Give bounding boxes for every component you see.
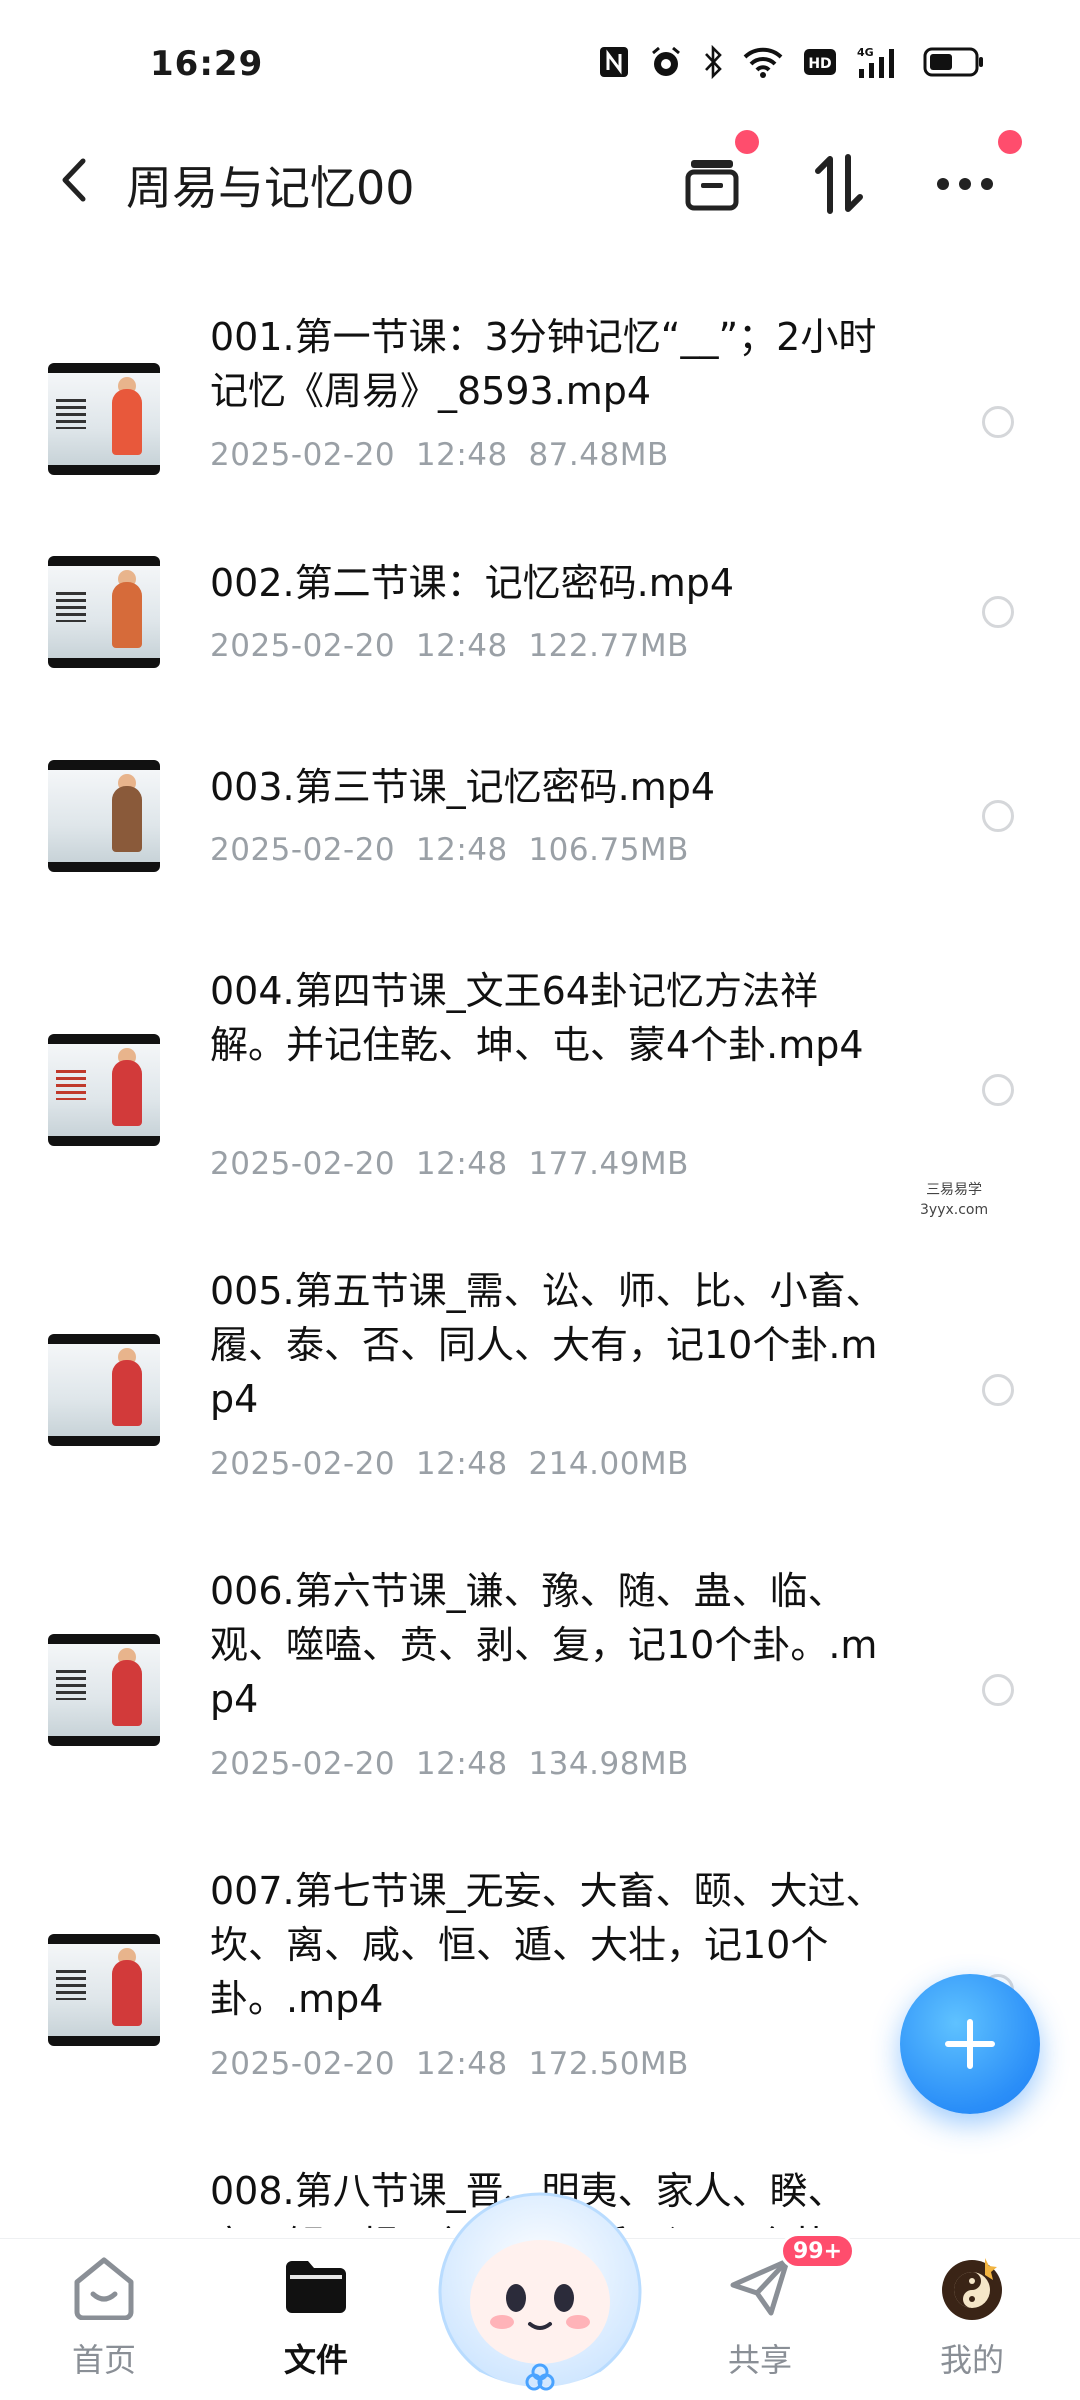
file-time: 12:48 [415, 2046, 508, 2082]
file-name: 002.第二节课：记忆密码.mp4 [210, 561, 735, 605]
video-thumbnail [48, 1334, 160, 1446]
file-meta: 2025-02-20 12:48 177.49MB [210, 1146, 689, 1182]
hd-icon: HD [803, 46, 837, 78]
select-checkbox[interactable] [982, 406, 1014, 438]
file-name: 006.第六节课_谦、豫、随、蛊、临、观、噬嗑、贲、剥、复，记10个卦。.mp4 [210, 1569, 878, 1721]
video-thumbnail [48, 363, 160, 475]
file-meta: 2025-02-20 12:48 172.50MB [210, 2046, 689, 2082]
file-size: 172.50MB [528, 2046, 689, 2082]
bluetooth-icon [703, 45, 723, 79]
video-thumbnail [48, 556, 160, 668]
sort-button[interactable] [799, 144, 879, 224]
folder-icon [276, 2247, 356, 2327]
file-name: 005.第五节课_需、讼、师、比、小畜、履、泰、否、同人、大有，记10个卦.mp… [210, 1269, 884, 1421]
nav-mine[interactable]: 我的 [892, 2247, 1052, 2397]
more-icon [937, 178, 993, 190]
file-size: 87.48MB [528, 437, 669, 473]
status-icons: HD 4G [599, 45, 985, 79]
file-row[interactable]: 005.第五节课_需、讼、师、比、小畜、履、泰、否、同人、大有，记10个卦.mp… [0, 1264, 1080, 1514]
file-meta: 2025-02-20 12:48 122.77MB [210, 628, 689, 664]
status-time: 16:29 [150, 44, 264, 84]
file-name: 001.第一节课：3分钟记忆“__”；2小时记忆《周易》_8593.mp4 [210, 315, 877, 413]
file-date: 2025-02-20 [210, 1746, 396, 1782]
file-time: 12:48 [415, 1146, 508, 1182]
nav-share-label: 共享 [727, 2341, 792, 2379]
select-checkbox[interactable] [982, 1674, 1014, 1706]
file-row[interactable]: 002.第二节课：记忆密码.mp4 2025-02-20 12:48 122.7… [0, 556, 1080, 706]
archive-notification-dot [735, 130, 759, 154]
wifi-icon [743, 46, 783, 78]
select-checkbox[interactable] [982, 1074, 1014, 1106]
file-row[interactable]: 001.第一节课：3分钟记忆“__”；2小时记忆《周易》_8593.mp4 20… [0, 310, 1080, 510]
file-size: 177.49MB [528, 1146, 689, 1182]
file-row[interactable]: 003.第三节课_记忆密码.mp4 2025-02-20 12:48 106.7… [0, 760, 1080, 910]
assistant-mascot-button[interactable] [430, 2162, 650, 2400]
archive-icon [685, 160, 739, 211]
file-time: 12:48 [415, 1746, 508, 1782]
file-date: 2025-02-20 [210, 1146, 396, 1182]
file-date: 2025-02-20 [210, 1446, 396, 1482]
signal-4g-icon: 4G [857, 46, 903, 78]
file-meta: 2025-02-20 12:48 134.98MB [210, 1746, 689, 1782]
mascot-icon [438, 2192, 642, 2400]
add-button[interactable] [900, 1974, 1040, 2114]
more-notification-dot [998, 130, 1022, 154]
file-date: 2025-02-20 [210, 437, 396, 473]
video-thumbnail [48, 1034, 160, 1146]
page-title: 周易与记忆00 [126, 161, 415, 215]
file-list: 001.第一节课：3分钟记忆“__”；2小时记忆《周易》_8593.mp4 20… [0, 230, 1080, 2228]
watermark: 三易易学 3yyx.com [920, 1182, 989, 1218]
home-icon [64, 2247, 144, 2327]
file-meta: 2025-02-20 12:48 214.00MB [210, 1446, 689, 1482]
file-name: 003.第三节课_记忆密码.mp4 [210, 765, 716, 809]
battery-icon [923, 46, 985, 78]
nav-share[interactable]: 共享 [680, 2247, 840, 2397]
video-thumbnail [48, 760, 160, 872]
file-date: 2025-02-20 [210, 832, 396, 868]
file-meta: 2025-02-20 12:48 87.48MB [210, 437, 669, 473]
select-checkbox[interactable] [982, 1374, 1014, 1406]
more-button[interactable] [925, 144, 1005, 224]
svg-text:HD: HD [808, 56, 831, 72]
header: 周易与记忆00 [0, 130, 1080, 230]
archive-button[interactable] [672, 144, 752, 224]
file-size: 122.77MB [528, 628, 689, 664]
file-size: 106.75MB [528, 832, 689, 868]
file-name: 007.第七节课_无妄、大畜、颐、大过、坎、离、咸、恒、遁、大壮，记10个卦。.… [210, 1869, 884, 2021]
share-badge: 99+ [780, 2233, 856, 2269]
plus-icon [945, 2019, 995, 2069]
file-date: 2025-02-20 [210, 628, 396, 664]
nav-files[interactable]: 文件 [236, 2247, 396, 2397]
svg-text:4G: 4G [857, 46, 874, 59]
nav-home[interactable]: 首页 [24, 2247, 184, 2397]
select-checkbox[interactable] [982, 596, 1014, 628]
file-meta: 2025-02-20 12:48 106.75MB [210, 832, 689, 868]
video-thumbnail [48, 1634, 160, 1746]
file-row[interactable]: 004.第四节课_文王64卦记忆方法祥解。并记住乾、坤、屯、蒙4个卦.mp4 2… [0, 964, 1080, 1214]
file-row[interactable]: 006.第六节课_谦、豫、随、蛊、临、观、噬嗑、贲、剥、复，记10个卦。.mp4… [0, 1564, 1080, 1814]
status-bar: 16:29 HD 4G [0, 0, 1080, 120]
sort-icon [815, 154, 863, 214]
nav-home-label: 首页 [71, 2341, 136, 2379]
nav-files-label: 文件 [283, 2341, 348, 2379]
file-time: 12:48 [415, 832, 508, 868]
select-checkbox[interactable] [982, 800, 1014, 832]
file-name: 004.第四节课_文王64卦记忆方法祥解。并记住乾、坤、屯、蒙4个卦.mp4 [210, 969, 864, 1067]
nav-mine-label: 我的 [939, 2341, 1004, 2379]
back-arrow-icon [62, 158, 86, 202]
file-time: 12:48 [415, 628, 508, 664]
avatar-icon [932, 2247, 1012, 2327]
nfc-icon [599, 46, 629, 78]
file-size: 134.98MB [528, 1746, 689, 1782]
file-date: 2025-02-20 [210, 2046, 396, 2082]
file-size: 214.00MB [528, 1446, 689, 1482]
alarm-icon [649, 46, 683, 78]
file-time: 12:48 [415, 1446, 508, 1482]
file-time: 12:48 [415, 437, 508, 473]
video-thumbnail [48, 1934, 160, 2046]
back-button[interactable] [46, 150, 102, 210]
